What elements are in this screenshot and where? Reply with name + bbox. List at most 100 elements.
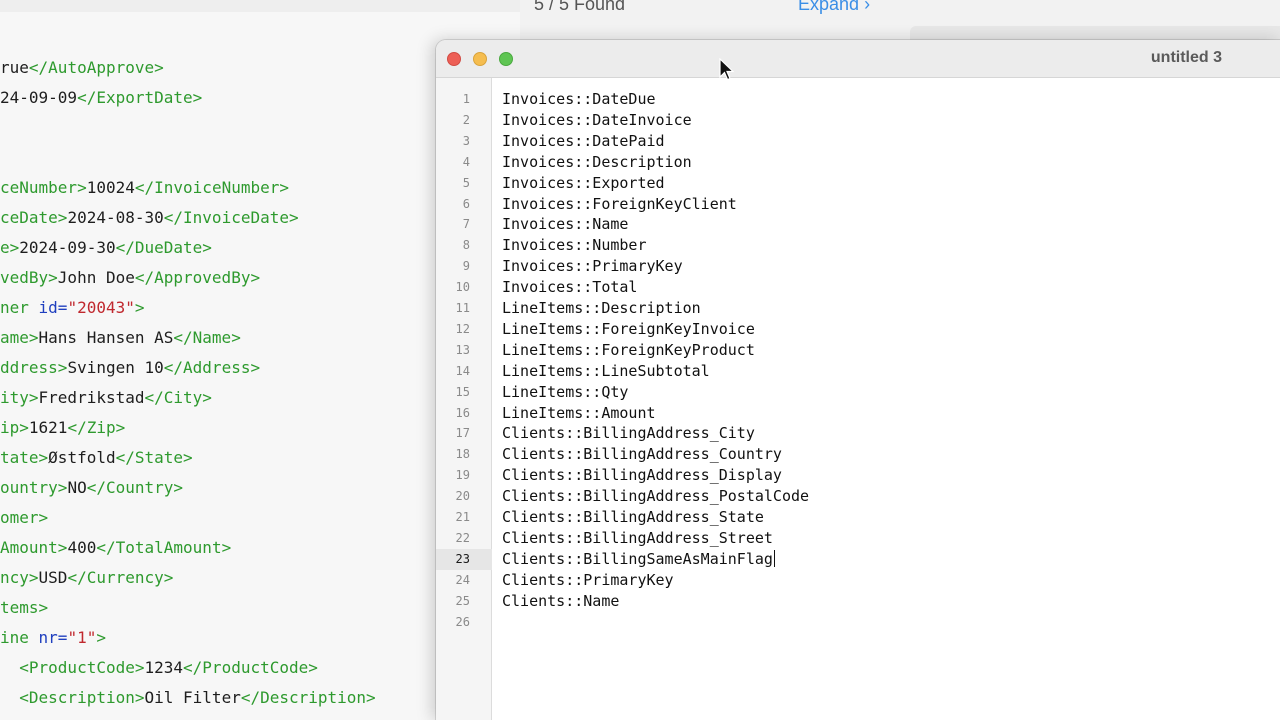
code-line[interactable]: LineItems::ForeignKeyInvoice <box>502 319 755 340</box>
line-number: 23 <box>455 551 470 566</box>
xml-token: ountry> <box>0 478 68 497</box>
code-line-text: Clients::Name <box>502 591 620 610</box>
xml-line: ame>Hans Hansen AS</Name> <box>0 326 241 350</box>
xml-line: ine nr="1"> <box>0 626 106 650</box>
code-line-text: Clients::PrimaryKey <box>502 570 674 589</box>
xml-token: </ExportDate> <box>77 88 203 107</box>
xml-token: </Country> <box>86 478 184 497</box>
code-line[interactable]: Clients::BillingAddress_State <box>502 507 764 528</box>
xml-token: NO <box>67 478 87 497</box>
text-editor-window[interactable]: untitled 3 1 2 3 4 5 6 7 8 9 10 11 12 13 14 15 16 17 18 19… <box>436 40 1280 720</box>
code-line-text: Invoices::Description <box>502 152 692 171</box>
xml-token: nr= <box>38 628 68 647</box>
code-line-text: LineItems::Description <box>502 299 701 317</box>
xml-token: 2024-08-30 <box>67 208 164 227</box>
code-line[interactable]: Clients::BillingAddress_PostalCode <box>502 486 809 507</box>
xml-token: ame> <box>0 328 39 347</box>
code-line[interactable]: Invoices::PrimaryKey <box>502 256 683 277</box>
xml-token: e> <box>0 238 20 257</box>
xml-token: ine <box>0 628 39 647</box>
line-number: 18 <box>455 447 470 462</box>
xml-token: </City> <box>144 388 212 407</box>
xml-token: John Doe <box>57 268 135 287</box>
xml-token: </ApprovedBy> <box>134 268 261 287</box>
xml-token: </Address> <box>163 358 261 377</box>
close-window-button[interactable] <box>447 52 461 66</box>
code-line-text: Invoices::DateInvoice <box>502 110 692 129</box>
code-line[interactable]: Invoices::ForeignKeyClient <box>502 194 737 215</box>
code-line-text: Invoices::Exported <box>502 173 665 192</box>
xml-line: vedBy>John Doe</ApprovedBy> <box>0 266 260 290</box>
code-line[interactable]: Clients::PrimaryKey <box>502 570 674 591</box>
line-number: 20 <box>455 489 470 504</box>
code-line[interactable]: LineItems::LineSubtotal <box>502 361 710 382</box>
expand-link[interactable]: Expand › <box>798 0 870 15</box>
mouse-pointer-icon <box>719 58 735 81</box>
background-panel-edge <box>910 26 1280 40</box>
code-line[interactable]: Invoices::Description <box>502 152 692 173</box>
xml-line: tate>Østfold</State> <box>0 446 193 470</box>
code-line[interactable]: Invoices::Exported <box>502 173 665 194</box>
line-number: 13 <box>455 342 470 357</box>
code-line[interactable]: Clients::BillingAddress_Display <box>502 465 782 486</box>
line-number: 5 <box>462 175 470 190</box>
xml-token: ner <box>0 298 39 317</box>
code-line-text: Invoices::Name <box>502 215 629 234</box>
line-number: 22 <box>455 530 470 545</box>
xml-token: </Zip> <box>67 418 126 437</box>
xml-line: ity>Fredrikstad</City> <box>0 386 212 410</box>
code-line[interactable]: Invoices::Name <box>502 214 628 235</box>
code-line[interactable]: Invoices::Total <box>502 277 637 298</box>
xml-token: ip> <box>0 418 29 437</box>
xml-token: </State> <box>115 448 193 467</box>
line-number: 21 <box>455 510 470 524</box>
code-line-text: Clients::BillingAddress_State <box>502 508 764 526</box>
line-number: 3 <box>462 133 470 148</box>
code-editor-text-area[interactable]: Invoices::DateDue Invoices::DateInvoiceIn… <box>493 78 1280 720</box>
xml-token: ddress> <box>0 358 68 377</box>
code-line[interactable]: Clients::BillingSameAsMainFlag <box>502 549 775 570</box>
code-line[interactable]: Clients::BillingAddress_Street <box>502 528 773 549</box>
zoom-window-button[interactable] <box>499 52 513 66</box>
code-line-text: Invoices::ForeignKeyClient <box>502 194 737 213</box>
xml-line: ner id="20043"> <box>0 296 145 320</box>
code-line[interactable]: Clients::Name <box>502 591 619 612</box>
code-line[interactable]: Invoices::DateInvoice <box>502 110 692 131</box>
code-line[interactable]: LineItems::ForeignKeyProduct <box>502 340 755 361</box>
window-titlebar[interactable]: untitled 3 <box>436 40 1280 78</box>
line-number: 4 <box>462 154 470 169</box>
code-line[interactable]: Invoices::DateDue <box>502 89 656 110</box>
line-number-gutter: 1 2 3 4 5 6 7 8 9 10 11 12 13 14 15 16 17 18 19 20 21 22 23 24 2… <box>436 78 492 720</box>
text-caret <box>773 549 775 567</box>
code-line[interactable]: LineItems::Qty <box>502 382 628 403</box>
line-number: 10 <box>455 280 470 295</box>
xml-token: "20043" <box>67 298 135 317</box>
line-number: 6 <box>462 196 470 211</box>
xml-token: </Currency> <box>67 568 174 587</box>
code-line[interactable]: LineItems::Amount <box>502 403 656 424</box>
line-number: 15 <box>455 384 470 399</box>
xml-token: omer> <box>0 508 49 527</box>
code-line-text: LineItems::LineSubtotal <box>502 361 710 380</box>
code-line[interactable]: Invoices::Number <box>502 235 647 256</box>
xml-line: ddress>Svingen 10</Address> <box>0 356 260 380</box>
xml-token: "1" <box>67 628 97 647</box>
line-number: 16 <box>455 405 470 420</box>
xml-line: e>2024-09-30</DueDate> <box>0 236 212 260</box>
code-line[interactable]: LineItems::Description <box>502 298 701 319</box>
xml-line: ceDate>2024-08-30</InvoiceDate> <box>0 206 299 230</box>
xml-line: ncy>USD</Currency> <box>0 566 173 590</box>
expand-label[interactable]: Expand <box>798 0 859 14</box>
chevron-right-icon: › <box>864 0 871 14</box>
xml-token: Amount> <box>0 538 68 557</box>
xml-token: <ProductCode> <box>0 658 145 677</box>
code-line[interactable]: Clients::BillingAddress_Country <box>502 444 782 465</box>
xml-token: </Description> <box>240 688 376 707</box>
xml-token: USD <box>38 568 68 587</box>
code-line[interactable]: Invoices::DatePaid <box>502 131 665 152</box>
line-number: 11 <box>455 301 470 315</box>
xml-token: Svingen 10 <box>67 358 164 377</box>
minimize-window-button[interactable] <box>473 52 487 66</box>
code-line-text: Invoices::Total <box>502 278 638 297</box>
code-line[interactable]: Clients::BillingAddress_City <box>502 423 755 444</box>
